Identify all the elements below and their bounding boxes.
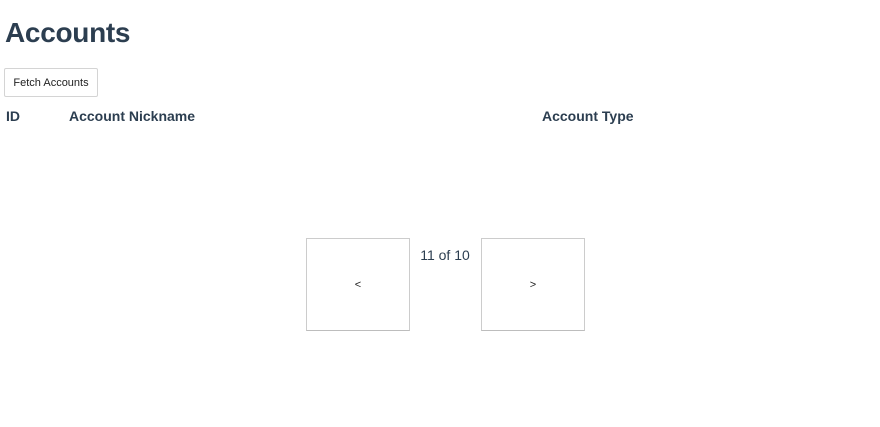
column-header-account-type: Account Type [542,108,634,124]
page-title: Accounts [5,17,131,48]
column-header-id: ID [6,108,20,124]
accounts-table-header: ID Account Nickname Account Type [0,106,880,126]
fetch-accounts-button[interactable]: Fetch Accounts [4,68,98,97]
previous-page-button[interactable]: < [306,238,410,331]
next-page-button[interactable]: > [481,238,585,331]
page-indicator: 11 of 10 [420,247,470,263]
column-header-account-nickname: Account Nickname [69,108,196,124]
